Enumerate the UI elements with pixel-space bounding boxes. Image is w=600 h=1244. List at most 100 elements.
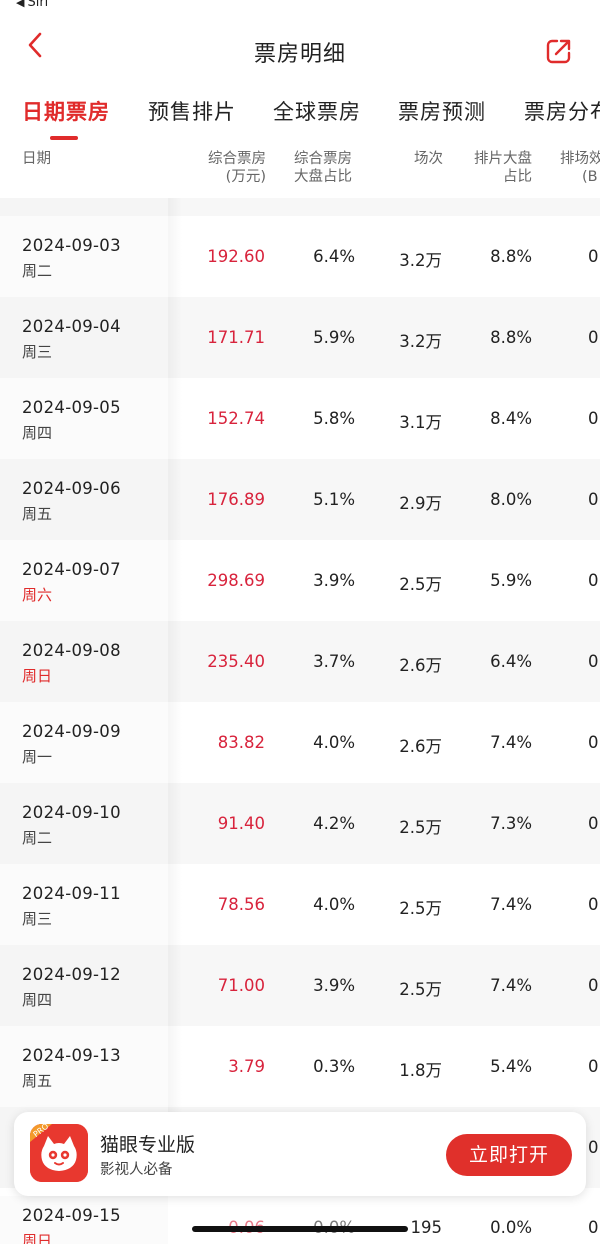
row-shows: 2.9万 xyxy=(399,494,442,513)
row-efficiency: 0 xyxy=(588,814,599,833)
row-box-share: 0.3% xyxy=(313,1057,355,1076)
row-schedule-share: 7.4% xyxy=(490,895,532,914)
row-efficiency: 0 xyxy=(588,409,599,428)
column-header-date[interactable]: 日期 xyxy=(22,150,51,168)
page-title: 票房明细 xyxy=(253,42,346,67)
table-row[interactable]: 2024-09-07 周六 298.69 3.9% 2.5万 5.9% 0 xyxy=(0,540,600,621)
row-box-share: 3.9% xyxy=(313,571,355,590)
tab-daily-box-office[interactable]: 日期票房 xyxy=(22,96,110,126)
table-row[interactable]: 2024-09-03 周二 192.60 6.4% 3.2万 8.8% 0 xyxy=(0,216,600,297)
column-header-box-share-line1: 综合票房 xyxy=(294,151,352,167)
row-schedule-share: 5.9% xyxy=(490,571,532,590)
row-date: 2024-09-08 xyxy=(22,641,121,660)
tab-presale-schedule[interactable]: 预售排片 xyxy=(148,96,236,126)
row-box-share: 4.0% xyxy=(313,895,355,914)
app-download-banner[interactable]: PRO 猫眼专业版 影视人必备 立即打开 xyxy=(14,1112,586,1196)
date-cell xyxy=(0,783,168,864)
table-row[interactable]: 2024-09-15 周日 0.06 0.0% 195 0.0% 0 xyxy=(0,1196,600,1244)
row-date: 2024-09-07 xyxy=(22,560,121,579)
table-row[interactable]: 2024-09-09 周一 83.82 4.0% 2.6万 7.4% 0 xyxy=(0,702,600,783)
back-to-app-label[interactable]: Siri xyxy=(27,0,48,10)
column-header-box-office-line1: 综合票房 xyxy=(208,151,266,167)
column-header-box-office-line2: (万元) xyxy=(225,169,266,185)
column-header-box-share[interactable]: 综合票房 大盘占比 xyxy=(294,150,352,186)
table-row-partial xyxy=(0,198,600,216)
row-shows: 3.2万 xyxy=(399,332,442,351)
row-schedule-share: 8.4% xyxy=(490,409,532,428)
row-schedule-share: 8.8% xyxy=(490,328,532,347)
row-shows: 3.2万 xyxy=(399,251,442,270)
column-header-box-office[interactable]: 综合票房 (万元) xyxy=(196,150,266,186)
table-row[interactable]: 2024-09-10 周二 91.40 4.2% 2.5万 7.3% 0 xyxy=(0,783,600,864)
row-schedule-share: 8.0% xyxy=(490,490,532,509)
row-weekday: 周五 xyxy=(22,1072,53,1090)
row-box-share: 6.4% xyxy=(313,247,355,266)
column-header-schedule-share-line2: 占比 xyxy=(503,169,532,185)
table-row[interactable]: 2024-09-11 周三 78.56 4.0% 2.5万 7.4% 0 xyxy=(0,864,600,945)
date-cell xyxy=(0,945,168,1026)
tab-box-office-distribution[interactable]: 票房分布 xyxy=(524,96,600,126)
row-shows: 2.5万 xyxy=(399,899,442,918)
share-button[interactable] xyxy=(544,36,574,66)
row-schedule-share: 7.3% xyxy=(490,814,532,833)
table-row[interactable]: 2024-09-04 周三 171.71 5.9% 3.2万 8.8% 0 xyxy=(0,297,600,378)
row-efficiency: 0 xyxy=(588,328,599,347)
row-schedule-share: 7.4% xyxy=(490,976,532,995)
row-weekday: 周一 xyxy=(22,748,53,766)
table-row[interactable]: 2024-09-13 周五 3.79 0.3% 1.8万 5.4% 0 xyxy=(0,1026,600,1107)
maoyan-logo-icon: PRO xyxy=(30,1124,88,1182)
column-header-schedule-share-line1: 排片大盘 xyxy=(474,151,532,167)
app-tagline: 影视人必备 xyxy=(100,1162,173,1178)
row-weekday: 周五 xyxy=(22,505,53,523)
row-date: 2024-09-11 xyxy=(22,884,121,903)
row-efficiency: 0 xyxy=(588,571,599,590)
table-row[interactable]: 2024-09-06 周五 176.89 5.1% 2.9万 8.0% 0 xyxy=(0,459,600,540)
date-cell xyxy=(0,864,168,945)
tab-box-office-forecast[interactable]: 票房预测 xyxy=(398,96,486,126)
column-header-efficiency[interactable]: 排场效 (B xyxy=(560,150,600,186)
row-shows: 3.1万 xyxy=(399,413,442,432)
table-row[interactable]: 2024-09-12 周四 71.00 3.9% 2.5万 7.4% 0 xyxy=(0,945,600,1026)
open-app-button[interactable]: 立即打开 xyxy=(446,1134,572,1176)
table-row[interactable]: 2024-09-05 周四 152.74 5.8% 3.1万 8.4% 0 xyxy=(0,378,600,459)
column-header-shows[interactable]: 场次 xyxy=(414,150,443,168)
status-bar: ◀ Siri xyxy=(0,0,600,14)
row-box-share: 4.0% xyxy=(313,733,355,752)
date-cell xyxy=(0,378,168,459)
row-weekday: 周四 xyxy=(22,991,53,1009)
tab-bar: 日期票房 预售排片 全球票房 票房预测 票房分布 xyxy=(0,90,600,140)
row-date: 2024-09-03 xyxy=(22,236,121,255)
column-header-schedule-share[interactable]: 排片大盘 占比 xyxy=(462,150,532,186)
row-date: 2024-09-04 xyxy=(22,317,121,336)
row-efficiency: 0 xyxy=(588,490,599,509)
row-box-share: 4.2% xyxy=(313,814,355,833)
row-schedule-share: 6.4% xyxy=(490,652,532,671)
row-schedule-share: 0.0% xyxy=(490,1218,532,1237)
row-box-share: 5.1% xyxy=(313,490,355,509)
row-weekday: 周二 xyxy=(22,262,53,280)
back-to-app-icon[interactable]: ◀ xyxy=(16,0,24,9)
row-efficiency: 0 xyxy=(588,976,599,995)
row-weekday: 周三 xyxy=(22,910,53,928)
column-header-efficiency-line1: 排场效 xyxy=(560,151,600,167)
row-shows: 2.6万 xyxy=(399,737,442,756)
share-icon xyxy=(546,39,571,64)
row-date: 2024-09-15 xyxy=(22,1206,121,1225)
row-shows: 2.5万 xyxy=(399,980,442,999)
column-header-efficiency-line2: (B xyxy=(582,169,598,185)
date-cell xyxy=(0,702,168,783)
table-row[interactable]: 2024-09-08 周日 235.40 3.7% 2.6万 6.4% 0 xyxy=(0,621,600,702)
tab-global-box-office[interactable]: 全球票房 xyxy=(273,96,361,126)
row-date: 2024-09-13 xyxy=(22,1046,121,1065)
row-shows: 2.6万 xyxy=(399,656,442,675)
row-schedule-share: 8.8% xyxy=(490,247,532,266)
date-cell xyxy=(0,297,168,378)
row-schedule-share: 7.4% xyxy=(490,733,532,752)
home-indicator[interactable] xyxy=(192,1226,408,1232)
row-efficiency: 0 xyxy=(588,1138,599,1157)
date-cell xyxy=(0,459,168,540)
row-weekday: 周日 xyxy=(22,1232,53,1244)
row-weekday: 周三 xyxy=(22,343,53,361)
row-date: 2024-09-06 xyxy=(22,479,121,498)
row-efficiency: 0 xyxy=(588,733,599,752)
